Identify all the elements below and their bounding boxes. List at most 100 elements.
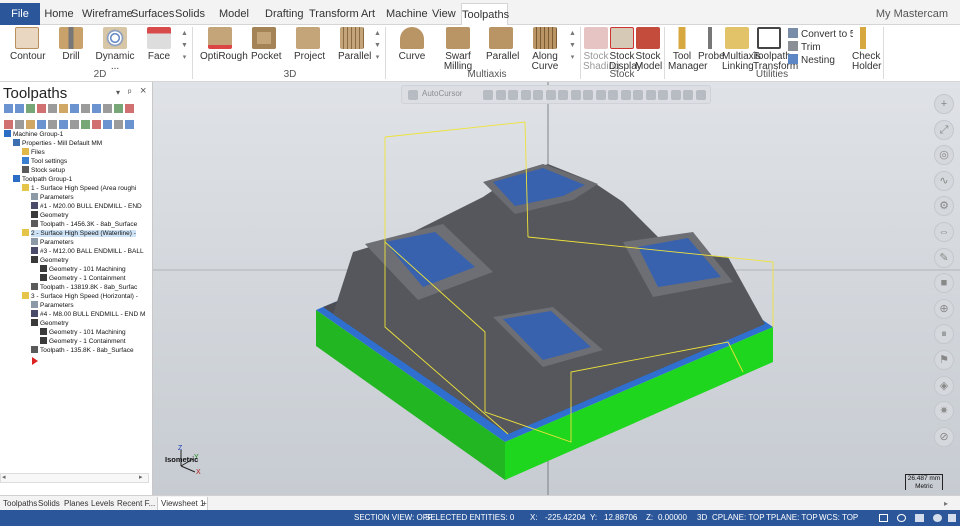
panel-tool-icon[interactable] (15, 120, 24, 129)
view-icon[interactable] (879, 514, 888, 522)
tab-transform[interactable]: Transform (309, 3, 359, 25)
panel-tool-icon[interactable] (114, 104, 123, 113)
bottom-tab-solids[interactable]: Solids (38, 497, 60, 511)
tree-item[interactable]: #4 - M8.00 BULL ENDMILL - END M (31, 310, 145, 319)
curve-icon[interactable]: ∿ (934, 170, 954, 191)
tab-art[interactable]: Art (359, 3, 377, 25)
cplane-status[interactable]: CPLANE: TOP (712, 510, 765, 526)
3d-gallery-scroll[interactable]: ▲ ▼ ▾ (373, 28, 382, 78)
view-tool-icon[interactable] (633, 90, 643, 100)
panel-tool-icon[interactable] (81, 120, 90, 129)
view-tool-icon[interactable] (645, 90, 656, 100)
2d-gallery-scroll[interactable]: ▲ ▼ ▾ (180, 28, 189, 78)
bottom-tab-levels[interactable]: Levels (91, 497, 114, 511)
close-icon[interactable]: × (140, 85, 146, 97)
view-tool-icon[interactable] (533, 90, 543, 100)
dynamic-button[interactable]: Dynamic ... (95, 27, 135, 72)
panel-tool-icon[interactable] (48, 104, 57, 113)
view-tool-icon[interactable] (408, 90, 418, 100)
tree-item[interactable]: Toolpath Group-1 (13, 175, 72, 184)
bottom-tab-recent-functions[interactable]: Recent F... (117, 497, 155, 511)
layer-icon[interactable]: ◈ (934, 375, 954, 396)
pin-icon[interactable]: ᵖ (128, 87, 131, 97)
tab-view[interactable]: View (432, 3, 456, 25)
tab-home[interactable]: Home (44, 3, 74, 25)
shading-icon[interactable] (897, 514, 906, 522)
view-tool-icon[interactable] (683, 90, 693, 100)
tree-item[interactable]: Parameters (31, 193, 74, 202)
target-icon[interactable]: ⊕ (934, 298, 954, 319)
no-entry-icon[interactable]: ⊘ (934, 426, 954, 447)
tree-horizontal-scrollbar[interactable]: ◂ ▸ (0, 473, 149, 483)
toolpath-transform-button[interactable]: Toolpath Transform (753, 27, 798, 72)
stock-display-button[interactable]: Stock Display (609, 27, 642, 72)
pan-icon[interactable]: ⇔ (934, 222, 954, 242)
view-tool-icon[interactable] (583, 90, 593, 100)
multiaxis-linking-button[interactable]: Multiaxis Linking (722, 27, 761, 72)
view-tool-icon[interactable] (695, 90, 706, 100)
nesting-button[interactable]: Nesting (788, 54, 835, 67)
tree-item[interactable]: Toolpath - 13819.8K - 8ab_Surfac (31, 283, 137, 292)
view-tool-icon[interactable] (670, 90, 681, 100)
tab-solids[interactable]: Solids (175, 3, 205, 25)
panel-dropdown-icon[interactable]: ▾ (116, 88, 120, 97)
view-tool-icon[interactable] (508, 90, 518, 100)
selected-entities-status[interactable]: SELECTED ENTITIES: 0 (425, 510, 514, 526)
view-tool-icon[interactable] (570, 90, 581, 100)
mode-toggle[interactable]: 3D (697, 510, 707, 526)
panel-tool-icon[interactable] (125, 104, 134, 113)
solid-icon[interactable] (933, 514, 942, 522)
tree-item[interactable]: Parameters (31, 238, 74, 247)
face-button[interactable]: Face (146, 27, 172, 62)
tab-machine[interactable]: Machine (386, 3, 428, 25)
tree-item[interactable]: #3 - M12.00 BALL ENDMILL - BALL (31, 247, 144, 256)
check-holder-button[interactable]: Check Holder (852, 27, 881, 72)
panel-tool-icon[interactable] (37, 120, 46, 129)
drill-button[interactable]: Drill (58, 27, 84, 62)
curve-button[interactable]: Curve (398, 27, 426, 62)
panel-tool-icon[interactable] (59, 104, 68, 113)
account-label[interactable]: My Mastercam (876, 3, 948, 25)
along-curve-button[interactable]: Along Curve (524, 27, 566, 72)
panel-tool-icon[interactable] (26, 104, 35, 113)
view-tool-icon[interactable] (520, 90, 531, 100)
tree-item[interactable]: Geometry - 101 Machining (40, 265, 126, 274)
panel-tool-icon[interactable] (103, 120, 112, 129)
graphics-viewport[interactable]: Z Y X AutoCursor + ⤢ ◎ ∿ ⚙ ⇔ ✎ ■ ⊕ ⏸ ⚑ ◈ ✷ ⊘ Isometri… (153, 82, 960, 495)
wcs-status[interactable]: WCS: TOP (819, 510, 858, 526)
tree-item[interactable]: Geometry (31, 211, 69, 220)
tree-item[interactable]: Geometry (31, 319, 69, 328)
view-tool-icon[interactable] (483, 90, 493, 100)
viewsheet-tab[interactable]: Viewsheet 1 (157, 497, 209, 511)
tree-item[interactable]: Machine Group-1 (4, 130, 63, 139)
panel-tool-icon[interactable] (26, 120, 35, 129)
wireframe-icon[interactable] (915, 514, 924, 522)
tab-wireframe[interactable]: Wireframe (82, 3, 133, 25)
tree-item[interactable]: 1 - Surface High Speed (Area roughi (22, 184, 136, 193)
scroll-right-icon[interactable]: ▸ (944, 497, 948, 511)
trim-button[interactable]: Trim (788, 41, 821, 54)
parallel-3d-button[interactable]: Parallel (338, 27, 371, 62)
panel-tool-icon[interactable] (92, 120, 101, 129)
bottom-tab-planes[interactable]: Planes (64, 497, 88, 511)
insert-arrow-icon[interactable] (32, 357, 38, 365)
operations-tree[interactable]: Machine Group-1 Properties - Mill Default… (0, 130, 149, 470)
stock-model-button[interactable]: Stock Model (635, 27, 662, 72)
probe-button[interactable]: Probe (698, 27, 725, 62)
pocket-button[interactable]: Pocket (251, 27, 282, 62)
tree-item[interactable]: 2 - Surface High Speed (Waterline) - (22, 229, 136, 238)
fit-icon[interactable]: ⤢ (934, 119, 954, 140)
tree-item[interactable]: #1 - M20.00 BULL ENDMILL - END (31, 202, 142, 211)
panel-tool-icon[interactable] (4, 104, 13, 113)
tree-item[interactable]: Stock setup (22, 166, 65, 175)
tree-item[interactable]: 3 - Surface High Speed (Horizontal) - (22, 292, 138, 301)
panel-tool-icon[interactable] (15, 104, 24, 113)
tree-item[interactable]: Toolpath - 1456.3K - 8ab_Surface (31, 220, 137, 229)
edit-icon[interactable]: ✎ (934, 247, 954, 268)
swarf-milling-button[interactable]: Swarf Milling (436, 27, 480, 72)
flag-icon[interactable]: ⚑ (934, 350, 954, 370)
panel-tool-icon[interactable] (125, 120, 134, 129)
tree-item[interactable]: Properties - Mill Default MM (13, 139, 102, 148)
panel-tool-icon[interactable] (4, 120, 13, 129)
section-view-status[interactable]: SECTION VIEW: OFF (354, 510, 433, 526)
